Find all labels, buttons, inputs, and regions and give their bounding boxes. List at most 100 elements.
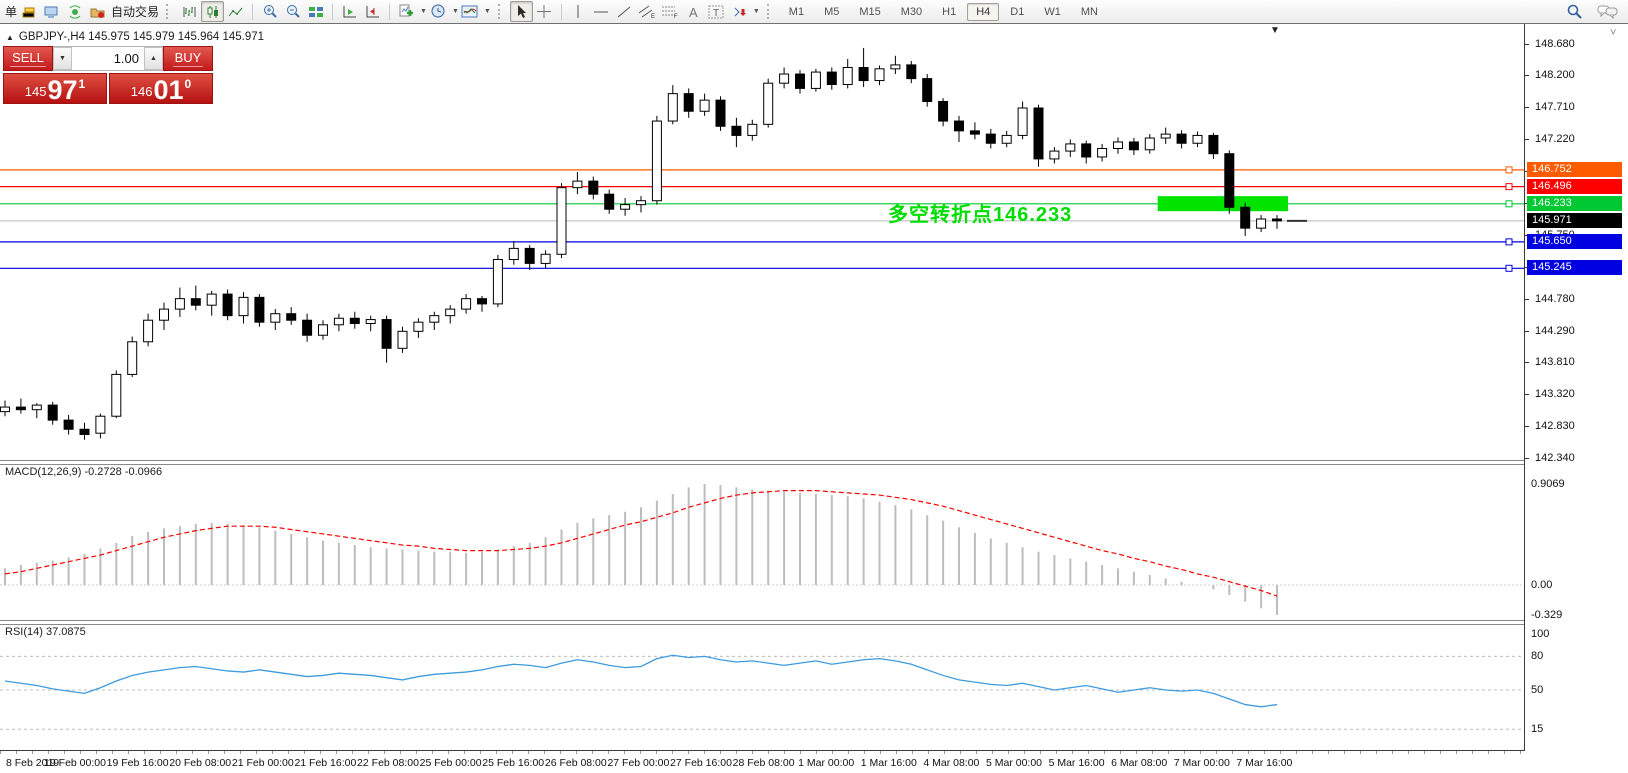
svg-text:F: F — [674, 14, 678, 19]
price-tick-label: 147.220 — [1535, 133, 1575, 145]
timeframe-button-H1[interactable]: H1 — [933, 3, 965, 21]
zoom-out-icon[interactable] — [281, 1, 304, 22]
timeframe-button-M30[interactable]: M30 — [892, 3, 931, 21]
toolbar-grip-3[interactable] — [767, 4, 773, 19]
toolbar-grip-2[interactable] — [498, 4, 504, 19]
price-tick-label: 143.810 — [1535, 356, 1575, 368]
macd-tick-label: 0.00 — [1531, 579, 1552, 591]
rsi-tick-label: 100 — [1531, 628, 1549, 640]
buy-button[interactable]: BUY — [163, 46, 213, 71]
auto-trading-folder-icon[interactable] — [86, 1, 109, 22]
timeframe-button-W1[interactable]: W1 — [1035, 3, 1070, 21]
time-axis-label: 20 Feb 08:00 — [169, 757, 231, 769]
indicators-icon[interactable] — [395, 1, 418, 22]
rsi-pane-canvas[interactable] — [0, 624, 1524, 750]
indicators-dropdown-icon[interactable]: ▼ — [420, 8, 427, 15]
time-axis-label: 7 Mar 00:00 — [1174, 757, 1230, 769]
terminal-icon[interactable] — [40, 1, 63, 22]
line-chart-icon[interactable] — [224, 1, 247, 22]
time-axis-label: 5 Mar 00:00 — [986, 757, 1042, 769]
price-axis[interactable]: 148.680148.200147.710147.220146.730146.2… — [1525, 24, 1628, 751]
chart-shift-marker-icon[interactable]: ▼ — [1270, 25, 1280, 36]
rsi-tick-label: 15 — [1531, 723, 1543, 735]
market-watch-icon[interactable] — [17, 1, 40, 22]
toolbar-group-zoom — [255, 1, 330, 23]
main-chart-canvas[interactable] — [0, 24, 1524, 460]
auto-trading-label[interactable]: 自动交易 — [111, 3, 159, 20]
timeframe-button-D1[interactable]: D1 — [1001, 3, 1033, 21]
text-icon[interactable]: A — [682, 1, 705, 22]
time-axis-label: 25 Feb 00:00 — [420, 757, 482, 769]
time-axis[interactable]: 8 Feb 201919 Feb 00:0019 Feb 16:0020 Feb… — [0, 751, 1628, 773]
macd-tick-label: -0.329 — [1531, 609, 1562, 621]
price-tick-mark — [1525, 458, 1529, 459]
periods-clock-icon[interactable] — [427, 1, 450, 22]
svg-text:T: T — [713, 8, 719, 19]
price-tick-mark — [1525, 44, 1529, 45]
arrows-dropdown-icon[interactable]: ▼ — [753, 8, 760, 15]
candlestick-chart-icon[interactable] — [201, 1, 224, 22]
svg-text:E: E — [651, 14, 655, 19]
toolbar-group-chart-type — [175, 1, 250, 23]
buy-price-display[interactable]: 146010 — [109, 73, 213, 104]
chart-window: 148.680148.200147.710147.220146.730146.2… — [0, 24, 1628, 773]
templates-dropdown-icon[interactable]: ▼ — [484, 8, 491, 15]
tile-windows-icon[interactable] — [304, 1, 327, 22]
arrows-icon[interactable] — [728, 1, 751, 22]
chat-icon[interactable] — [1596, 1, 1620, 22]
time-axis-label: 22 Feb 08:00 — [357, 757, 419, 769]
horizontal-line-icon[interactable] — [590, 1, 613, 22]
fibonacci-icon[interactable]: F — [659, 1, 682, 22]
timeframe-button-M15[interactable]: M15 — [850, 3, 889, 21]
sell-button[interactable]: SELL — [3, 46, 53, 71]
trendline-icon[interactable] — [613, 1, 636, 22]
time-axis-label: 27 Feb 00:00 — [607, 757, 669, 769]
price-tick-label: 144.780 — [1535, 293, 1575, 305]
auto-scroll-icon[interactable] — [338, 1, 361, 22]
price-tick-label: 142.340 — [1535, 452, 1575, 464]
price-level-badge: 145.650 — [1527, 234, 1622, 249]
zoom-in-icon[interactable] — [258, 1, 281, 22]
toolbar-group-main: 单 自动交易 — [0, 1, 162, 23]
time-axis-label: 21 Feb 00:00 — [232, 757, 294, 769]
mt4-window: { "toolbar": { "partial_button_label": "… — [0, 0, 1628, 773]
price-tick-mark — [1525, 75, 1529, 76]
new-order-partial-label[interactable]: 单 — [5, 3, 17, 20]
templates-icon[interactable] — [459, 1, 482, 22]
timeframe-button-MN[interactable]: MN — [1072, 3, 1107, 21]
symbol-info-bar: ▲ GBPJPY-,H4 145.975 145.979 145.964 145… — [6, 31, 264, 43]
volume-decrease-button[interactable]: ▼ — [53, 47, 72, 70]
volume-increase-button[interactable]: ▲ — [144, 47, 163, 70]
collapse-panel-icon[interactable]: ▲ — [6, 33, 14, 42]
chart-shift-icon[interactable] — [361, 1, 384, 22]
axis-menu-chevron-icon[interactable]: ˅ — [1610, 27, 1616, 39]
equidistant-channel-icon[interactable]: E — [636, 1, 659, 22]
vertical-line-icon[interactable] — [567, 1, 590, 22]
timeframe-button-M1[interactable]: M1 — [780, 3, 813, 21]
crosshair-icon[interactable] — [533, 1, 556, 22]
timeframe-button-M5[interactable]: M5 — [815, 3, 848, 21]
price-tick-label: 144.290 — [1535, 325, 1575, 337]
sell-price-display[interactable]: 145971 — [3, 73, 107, 104]
macd-pane-canvas[interactable] — [0, 464, 1524, 620]
signals-icon[interactable] — [63, 1, 86, 22]
rsi-tick-label: 50 — [1531, 684, 1543, 696]
price-level-badge: 145.971 — [1527, 213, 1622, 228]
volume-input[interactable]: 1.00 — [72, 47, 144, 70]
time-axis-label: 1 Mar 00:00 — [798, 757, 854, 769]
time-axis-label: 21 Feb 16:00 — [294, 757, 356, 769]
timeframe-button-H4[interactable]: H4 — [967, 3, 999, 21]
bar-chart-icon[interactable] — [178, 1, 201, 22]
periods-dropdown-icon[interactable]: ▼ — [452, 8, 459, 15]
cursor-icon[interactable] — [510, 1, 533, 22]
text-label-icon[interactable]: T — [705, 1, 728, 22]
toolbar-grip[interactable] — [166, 4, 172, 19]
rsi-label: RSI(14) 37.0875 — [5, 626, 86, 638]
macd-label: MACD(12,26,9) -0.2728 -0.0966 — [5, 466, 162, 478]
time-axis-label: 19 Feb 00:00 — [44, 757, 106, 769]
price-tick-mark — [1525, 426, 1529, 427]
price-tick-label: 142.830 — [1535, 420, 1575, 432]
timeframe-toolbar: M1M5M15M30H1H4D1W1MN — [776, 1, 1111, 23]
search-icon[interactable] — [1563, 1, 1586, 22]
price-level-badge: 145.245 — [1527, 260, 1622, 275]
